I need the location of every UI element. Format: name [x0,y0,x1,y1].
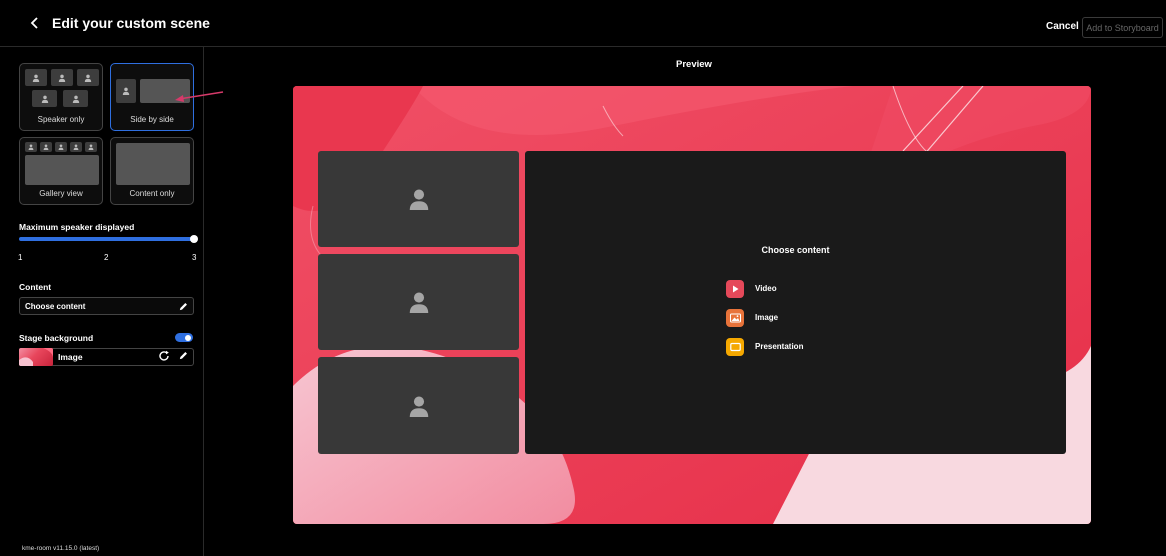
participant-tile [116,79,136,103]
content-tile [116,143,190,185]
person-icon [41,95,48,103]
version-label: kme-room v11.15.0 (latest) [22,545,100,552]
preview-title: Preview [676,59,712,70]
person-icon [32,74,40,82]
participant-tile [25,142,37,152]
layout-speaker-only[interactable]: Speaker only [19,63,103,131]
person-icon [88,144,94,150]
image-icon [726,309,744,327]
option-label: Video [755,284,777,293]
slider-tick: 2 [104,253,109,262]
speaker-tile [318,357,519,454]
slider-tick: 1 [18,253,23,262]
refresh-icon[interactable] [158,350,170,362]
chevron-left-icon[interactable] [28,16,42,30]
pencil-icon[interactable] [178,350,189,361]
content-label: Content [19,282,52,292]
toggle-knob [185,334,191,341]
option-label: Presentation [755,342,804,351]
background-thumbnail [19,348,53,366]
arrow-annotation-icon [175,91,224,102]
background-thumbnail-art [19,348,53,366]
person-icon [409,396,428,417]
cancel-button[interactable]: Cancel [1046,21,1079,32]
presentation-icon [726,338,744,356]
content-panel: Choose content Video Image Presentation [525,151,1066,454]
participant-tile [70,142,82,152]
person-icon [43,144,49,150]
person-icon [58,144,64,150]
speaker-tile [318,151,519,247]
add-to-storyboard-button[interactable]: Add to Storyboard [1082,17,1163,38]
choose-content-title: Choose content [761,245,830,255]
participant-tile [77,69,99,86]
stage-background-toggle[interactable] [175,333,193,342]
participant-tile [40,142,52,152]
person-icon [73,144,79,150]
page-title: Edit your custom scene [52,15,210,31]
participant-tile [32,90,57,107]
participant-tile [51,69,73,86]
play-icon [726,280,744,298]
participant-tile [55,142,67,152]
layout-label: Gallery view [39,189,83,198]
stage-background-label: Stage background [19,333,94,343]
slider-tick: 3 [192,253,197,262]
person-icon [72,95,79,103]
person-icon [84,74,92,82]
layout-label: Content only [129,189,175,198]
choose-content-value: Choose content [25,302,86,311]
slider-handle[interactable] [190,235,198,243]
person-icon [122,87,130,95]
max-speaker-slider[interactable] [19,237,195,241]
layout-label: Speaker only [37,115,85,124]
stage-background-value: Image [58,352,83,362]
participant-tile [85,142,97,152]
stage-preview: Choose content Video Image Presentation [293,86,1091,524]
layout-content-only[interactable]: Content only [110,137,194,205]
option-label: Image [755,313,779,322]
layout-label: Side by side [130,115,174,124]
pencil-icon[interactable] [178,301,189,312]
person-icon [28,144,34,150]
person-icon [409,189,428,210]
participant-tile [63,90,88,107]
choose-content-field[interactable]: Choose content [19,297,194,315]
max-speaker-label: Maximum speaker displayed [19,222,135,232]
top-bar: Edit your custom scene Cancel Add to Sto… [0,0,1166,47]
content-tile [25,155,99,185]
person-icon [409,292,428,313]
participant-tile [25,69,47,86]
person-icon [58,74,66,82]
speaker-tile [318,254,519,350]
layout-gallery-view[interactable]: Gallery view [19,137,103,205]
